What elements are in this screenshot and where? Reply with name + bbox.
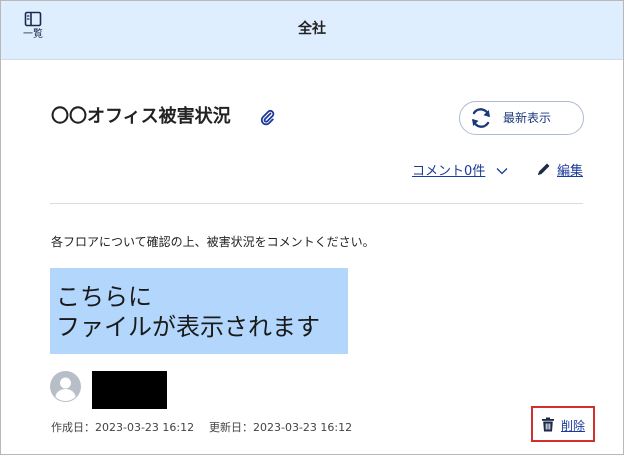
edit-link[interactable]: 編集 xyxy=(557,163,583,180)
delete-button[interactable]: 削除 xyxy=(531,406,595,442)
refresh-icon xyxy=(472,108,490,128)
file-preview-line: ファイルが表示されます xyxy=(56,313,320,341)
refresh-button[interactable]: 最新表示 xyxy=(459,101,584,135)
updated-date: 更新日：2023-03-23 16:12 xyxy=(209,421,353,434)
post-window: 一覧 全社 〇〇オフィス被害状況 最新表示 コメント0件 編集 各フロアについて… xyxy=(0,0,624,455)
trash-icon xyxy=(542,417,554,432)
created-date: 作成日：2023-03-23 16:12 xyxy=(51,421,195,434)
paperclip-icon[interactable] xyxy=(259,108,275,126)
divider xyxy=(50,203,583,204)
file-preview-line: こちらに xyxy=(56,283,152,311)
post-title: 〇〇オフィス被害状況 xyxy=(51,106,231,127)
file-preview[interactable]: こちらに ファイルが表示されます xyxy=(50,268,348,354)
post-description: 各フロアについて確認の上、被害状況をコメントください。 xyxy=(51,235,375,249)
pencil-icon[interactable] xyxy=(536,161,552,177)
comment-count-link[interactable]: コメント0件 xyxy=(412,163,485,180)
delete-label: 削除 xyxy=(561,419,586,433)
refresh-label: 最新表示 xyxy=(503,111,552,125)
chevron-down-icon[interactable] xyxy=(496,167,508,175)
avatar xyxy=(50,371,81,402)
page-title: 全社 xyxy=(298,21,326,37)
header-bar: 一覧 全社 xyxy=(1,1,623,60)
redacted-author-name xyxy=(92,371,167,409)
